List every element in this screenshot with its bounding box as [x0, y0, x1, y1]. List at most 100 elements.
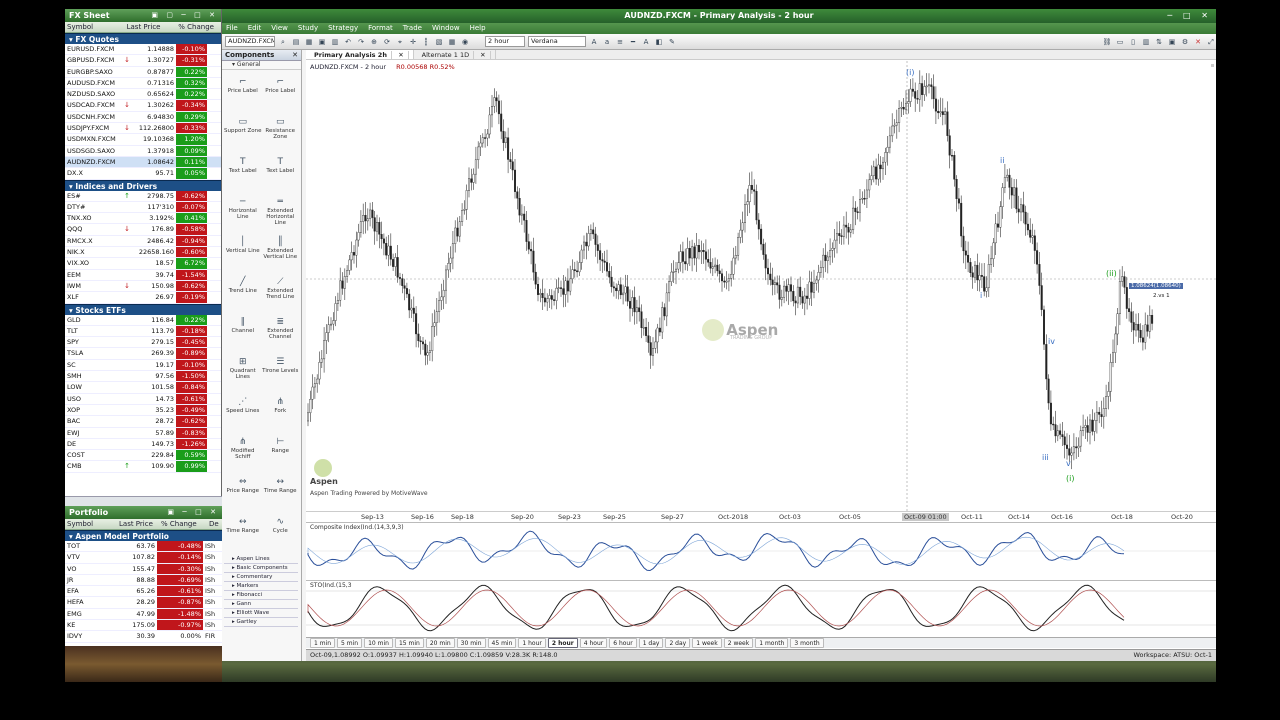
crosshair-icon[interactable]: ✛: [408, 37, 418, 47]
line-style-icon[interactable]: ━: [628, 37, 638, 47]
portfolio-row[interactable]: VO 155.47 -0.30% ISh: [65, 563, 222, 575]
quote-row[interactable]: USDCAD.FXCM ↓ 1.30262 -0.34%: [65, 100, 221, 112]
bar-size-tab[interactable]: 2 week: [723, 638, 754, 648]
bar-size-tab[interactable]: 30 min: [456, 638, 486, 648]
component-category[interactable]: ▸ Basic Components: [224, 564, 298, 573]
quote-row[interactable]: NIK.X 22658.160 -0.60%: [65, 247, 221, 259]
portfolio-row[interactable]: EFA 65.26 -0.61% ISh: [65, 586, 222, 598]
cursor-icon[interactable]: ⌖: [395, 37, 405, 47]
bar-size-tab[interactable]: 1 week: [692, 638, 722, 648]
screen-icon[interactable]: ▣: [1167, 37, 1177, 47]
drawing-tool[interactable]: ⟋ Extended Trend Line: [262, 276, 300, 310]
bar-size-tab[interactable]: 1 hour: [518, 638, 546, 648]
quote-row[interactable]: EEM 39.74 -1.54%: [65, 269, 221, 281]
column-percent-change[interactable]: % Change: [159, 519, 207, 529]
drawing-tool[interactable]: ↔ Time Range: [262, 476, 300, 510]
stochastic-panel[interactable]: STO(Ind.(15,3: [306, 580, 1216, 635]
horizontal-scrollbar[interactable]: [65, 496, 222, 506]
quote-row[interactable]: TNX.XO 3.192% 0.41%: [65, 213, 221, 225]
close-tab-icon[interactable]: ✕: [391, 51, 409, 59]
close-icon[interactable]: ✕: [1193, 37, 1203, 47]
component-category[interactable]: ▸ Elliott Wave: [224, 609, 298, 618]
bar-size-tab[interactable]: 2 day: [665, 638, 691, 648]
portfolio-row[interactable]: HEFA 28.29 -0.87% ISh: [65, 597, 222, 609]
composite-index-plot[interactable]: [306, 523, 1216, 578]
quote-row[interactable]: RMCX.X 2486.42 -0.94%: [65, 235, 221, 248]
trade-icon[interactable]: ⇅: [1154, 37, 1164, 47]
timeframe-selector[interactable]: 2 hour: [485, 36, 525, 47]
quote-row[interactable]: GLD 116.84 0.22%: [65, 314, 221, 326]
group-header[interactable]: ▾ FX Quotes: [65, 33, 221, 44]
component-category[interactable]: ▸ Gann: [224, 600, 298, 609]
quote-row[interactable]: AUDNZD.FXCM 1.08642 0.11%: [65, 156, 221, 169]
layout-icon[interactable]: ▧: [434, 37, 444, 47]
grid-icon[interactable]: ▦: [447, 37, 457, 47]
draw-icon[interactable]: ✎: [667, 37, 677, 47]
drawing-tool[interactable]: ∥ Channel: [224, 316, 262, 350]
portfolio-row[interactable]: JR 88.88 -0.69% ISh: [65, 574, 222, 587]
drawing-tool[interactable]: ⋰ Speed Lines: [224, 396, 262, 430]
quote-row[interactable]: VIX.XO 18.57 6.72%: [65, 258, 221, 270]
quote-row[interactable]: LOW 101.58 -0.84%: [65, 382, 221, 394]
quote-row[interactable]: USDSGD.SAXO 1.37918 0.09%: [65, 145, 221, 157]
bar-size-tab[interactable]: 3 month: [790, 638, 824, 648]
column-last-price[interactable]: Last Price: [125, 22, 177, 32]
quote-row[interactable]: QQQ ↓ 176.89 -0.58%: [65, 224, 221, 236]
column-description[interactable]: De: [207, 519, 221, 529]
quote-row[interactable]: SPY 279.15 -0.45%: [65, 337, 221, 349]
font-size-down-icon[interactable]: a: [602, 37, 612, 47]
component-category[interactable]: ▸ Commentary: [224, 573, 298, 582]
quote-row[interactable]: TLT 113.79 -0.18%: [65, 325, 221, 338]
price-chart[interactable]: (i) i ii iii iv v (i) (ii) AUDNZD.FXCM - 2 hour…: [306, 61, 1216, 511]
quote-row[interactable]: USDMXN.FXCM 19.10368 1.20%: [65, 134, 221, 146]
bar-size-tab[interactable]: 45 min: [487, 638, 517, 648]
portfolio-row[interactable]: EMG 47.99 -1.48% ISh: [65, 608, 222, 621]
menu-study[interactable]: Study: [298, 23, 318, 34]
component-category[interactable]: ▸ Markers: [224, 582, 298, 591]
menu-strategy[interactable]: Strategy: [328, 23, 358, 34]
bar-size-tab[interactable]: 15 min: [394, 638, 424, 648]
quote-row[interactable]: USDCNH.FXCM 6.94830 0.29%: [65, 111, 221, 124]
undo-icon[interactable]: ↶: [343, 37, 353, 47]
group-header[interactable]: ▾ Stocks ETFs: [65, 303, 221, 315]
quote-row[interactable]: NZDUSD.SAXO 0.65624 0.22%: [65, 89, 221, 101]
portfolio-row[interactable]: VTV 107.82 -0.14% ISh: [65, 552, 222, 564]
menu-window[interactable]: Window: [432, 23, 460, 34]
quote-row[interactable]: EURGBP.SAXO 0.87877 0.22%: [65, 66, 221, 78]
quote-row[interactable]: CMB ↑ 109.90 0.99%: [65, 461, 221, 473]
quote-row[interactable]: XOP 35.23 -0.49%: [65, 404, 221, 417]
drawing-tool[interactable]: ☰ Tirone Levels: [262, 356, 300, 390]
quote-row[interactable]: SMH 97.56 -1.50%: [65, 371, 221, 383]
column-last-price[interactable]: Last Price: [117, 519, 159, 529]
fullscreen-icon[interactable]: ⤢: [1206, 37, 1216, 47]
close-tab-icon[interactable]: ✕: [474, 51, 491, 59]
drawing-tool[interactable]: ─ Horizontal Line: [224, 196, 262, 230]
column-symbol[interactable]: Symbol: [65, 22, 125, 32]
quote-row[interactable]: XLF 26.97 -0.19%: [65, 292, 221, 304]
config-icon[interactable]: ⚙: [1180, 37, 1190, 47]
drawing-tool[interactable]: ⋔ Modified Schiff: [224, 436, 262, 470]
drawing-tool[interactable]: ║ Extended Vertical Line: [262, 236, 300, 270]
bar-size-tab[interactable]: 5 min: [337, 638, 363, 648]
bar-size-tab[interactable]: 4 hour: [579, 638, 608, 648]
bar-size-tab[interactable]: 1 month: [755, 638, 789, 648]
quote-row[interactable]: EURUSD.FXCM 1.14888 -0.10%: [65, 44, 221, 56]
close-icon[interactable]: ✕: [292, 51, 298, 59]
menu-edit[interactable]: Edit: [248, 23, 262, 34]
bar-size-tab[interactable]: 20 min: [425, 638, 455, 648]
drawing-tool[interactable]: T Text Label: [262, 156, 300, 190]
print-icon[interactable]: ▥: [330, 37, 340, 47]
portfolio-group-header[interactable]: ▾ Aspen Model Portfolio: [65, 530, 222, 541]
menu-file[interactable]: File: [226, 23, 238, 34]
app-titlebar[interactable]: AUDNZD.FXCM - Primary Analysis - 2 hour …: [222, 9, 1216, 23]
component-category[interactable]: ▸ Aspen Lines: [224, 555, 298, 564]
quote-row[interactable]: DE 149.73 -1.26%: [65, 438, 221, 451]
quote-row[interactable]: DX.X 95.71 0.05%: [65, 168, 221, 180]
drawing-tool[interactable]: ≣ Extended Channel: [262, 316, 300, 350]
candlestick-chart[interactable]: (i)iiiiiiivv(i)(ii): [306, 61, 1216, 511]
drawing-tool[interactable]: ⌐ Price Label: [262, 76, 300, 110]
component-category[interactable]: ▸ Fibonacci: [224, 591, 298, 600]
search-icon[interactable]: ⌕: [278, 37, 288, 47]
bar-size-tab[interactable]: 2 hour: [547, 638, 578, 648]
portfolio-titlebar[interactable]: Portfolio ▣ ─ □ ✕: [65, 506, 222, 519]
